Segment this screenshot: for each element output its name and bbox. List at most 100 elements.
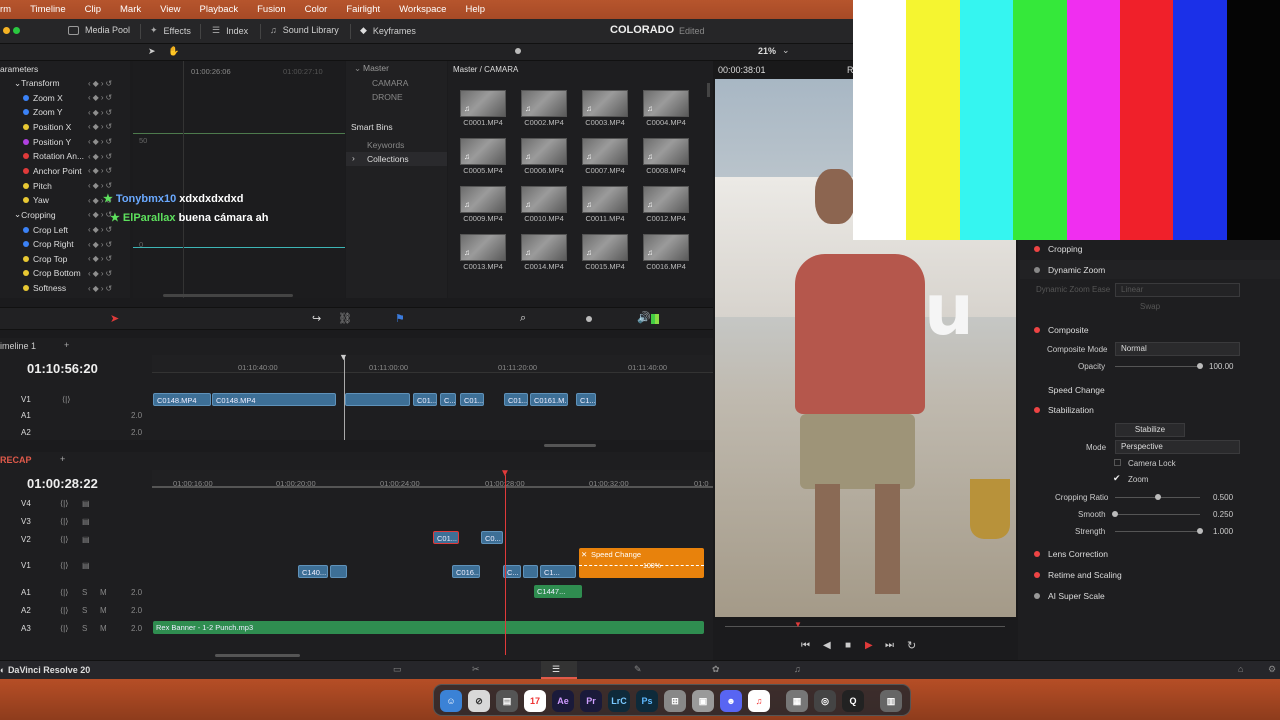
timeline-clip[interactable]: C0148.MP4: [212, 393, 336, 406]
track-lock-icon[interactable]: ⟨|⟩: [60, 624, 68, 633]
clip-thumbnail[interactable]: ♫: [460, 90, 506, 117]
menu-playback[interactable]: Playback: [200, 4, 239, 15]
snapping-icon[interactable]: ↪: [312, 312, 321, 325]
track-toggle-icon[interactable]: ▤: [82, 499, 90, 508]
keyframe-curve-editor[interactable]: 01:00:26:06 01:00:27:10 50 0: [133, 61, 345, 298]
skip-back-icon[interactable]: ⏮: [801, 640, 810, 651]
param-row[interactable]: Crop Right ‹◆›↺: [0, 237, 130, 251]
param-row[interactable]: Zoom X ‹◆›↺: [0, 91, 130, 105]
clip-thumbnail[interactable]: ♫: [460, 186, 506, 213]
volume-icon[interactable]: 🔊: [637, 311, 651, 324]
timeline-2-playhead[interactable]: [505, 475, 506, 655]
timeline-2-tab[interactable]: RECAP: [0, 455, 32, 465]
flag-icon[interactable]: ⚑: [395, 312, 405, 325]
effects-button[interactable]: ✦ Effects: [150, 25, 191, 36]
bin-drone[interactable]: DRONE: [372, 92, 403, 102]
speed-change-clip[interactable]: ✕ Speed Change 100%: [579, 548, 704, 578]
section-dynamic-zoom[interactable]: Dynamic Zoom: [1020, 260, 1280, 279]
finder-icon[interactable]: ☺: [440, 690, 462, 712]
discord-icon[interactable]: ☻: [720, 690, 742, 712]
trash-icon[interactable]: ▥: [880, 690, 902, 712]
after-effects-icon[interactable]: Ae: [552, 690, 574, 712]
sound-library-button[interactable]: ♫ Sound Library: [270, 25, 339, 35]
solo-button[interactable]: S: [82, 588, 87, 597]
timeline-clip[interactable]: C0...: [481, 531, 503, 544]
stop-icon[interactable]: ■: [845, 640, 851, 651]
clip-thumbnail[interactable]: ♫: [643, 186, 689, 213]
param-row[interactable]: Rotation An... ‹◆›↺: [0, 149, 130, 163]
hand-icon[interactable]: ✋: [168, 46, 179, 57]
enable-dot-icon[interactable]: [1034, 406, 1040, 413]
mute-button[interactable]: M: [100, 624, 107, 633]
index-button[interactable]: ☰ Index: [212, 25, 248, 36]
keyframe-controls-icon[interactable]: ‹◆›↺: [88, 93, 114, 102]
section-composite[interactable]: Composite: [1020, 320, 1280, 339]
keyframe-controls-icon[interactable]: ‹◆›↺: [88, 225, 114, 234]
davinci-resolve-icon[interactable]: ◎: [814, 690, 836, 712]
playhead-handle[interactable]: ▼: [500, 468, 510, 479]
keyframe-controls-icon[interactable]: ‹◆›↺: [88, 269, 114, 278]
keyframe-controls-icon[interactable]: ‹◆›↺: [88, 152, 114, 161]
timeline-clip[interactable]: C01...: [433, 531, 459, 544]
section-ai-super-scale[interactable]: AI Super Scale: [1020, 586, 1280, 605]
timeline-clip[interactable]: C1...: [540, 565, 576, 578]
timeline-clip[interactable]: C01...: [460, 393, 484, 406]
param-row[interactable]: ⌄ Transform ‹◆›↺: [0, 76, 130, 90]
chevron-down-icon[interactable]: ⌄: [354, 63, 361, 74]
cropping-ratio-knob[interactable]: [1154, 494, 1161, 500]
smooth-slider[interactable]: [1115, 514, 1200, 515]
bin-keywords[interactable]: Keywords: [367, 140, 404, 150]
section-cropping[interactable]: Cropping: [1020, 239, 1280, 258]
media-pool-scrollbar[interactable]: [707, 83, 710, 97]
quicktime-icon[interactable]: Q: [842, 690, 864, 712]
clip-thumbnail[interactable]: ♫: [521, 186, 567, 213]
track-lock-icon[interactable]: ⟨|⟩: [60, 535, 68, 544]
timeline-2-scrollbar[interactable]: [215, 654, 300, 657]
keyframe-controls-icon[interactable]: ‹◆›↺: [88, 254, 114, 263]
window-zoom-icon[interactable]: [13, 27, 20, 34]
fairlight-page-icon[interactable]: ♫: [794, 664, 801, 674]
chevron-down-icon[interactable]: ⌄: [782, 45, 790, 56]
track-lock-icon[interactable]: ⟨|⟩: [60, 561, 68, 570]
timeline-1-scrollbar[interactable]: [544, 444, 596, 447]
audio-clip-music[interactable]: Rex Banner - 1-2 Punch.mp3: [153, 621, 704, 634]
timeline-clip[interactable]: C...: [440, 393, 456, 406]
edit-page-tab[interactable]: ☰: [541, 661, 577, 679]
cut-page-icon[interactable]: ✂: [472, 664, 480, 675]
clip-thumbnail[interactable]: ♫: [643, 90, 689, 117]
smooth-value[interactable]: 0.250: [1213, 510, 1233, 519]
window-minimize-icon[interactable]: [3, 27, 10, 34]
strength-value[interactable]: 1.000: [1213, 527, 1233, 536]
timeline-1-playhead[interactable]: [344, 355, 345, 440]
keyframe-controls-icon[interactable]: ‹◆›↺: [88, 181, 114, 190]
track-toggle-icon[interactable]: ▤: [82, 535, 90, 544]
opacity-knob[interactable]: [1197, 363, 1203, 369]
app-icon[interactable]: ▦: [786, 690, 808, 712]
viewer-zoom[interactable]: 21%: [758, 46, 776, 56]
menu-fusion[interactable]: Fusion: [257, 4, 286, 15]
clip-thumbnail[interactable]: ♫: [521, 234, 567, 261]
keyframe-controls-icon[interactable]: ‹◆›↺: [88, 122, 114, 131]
menu-mark[interactable]: Mark: [120, 4, 141, 15]
app-icon[interactable]: ⊞: [664, 690, 686, 712]
clip-thumbnail[interactable]: ♫: [582, 186, 628, 213]
timeline-clip[interactable]: C01...: [504, 393, 528, 406]
add-timeline-icon[interactable]: +: [60, 454, 65, 464]
track-toggle-icon[interactable]: ▤: [82, 561, 90, 570]
add-timeline-icon[interactable]: +: [64, 340, 69, 350]
swap-button[interactable]: Swap: [1140, 302, 1160, 311]
opacity-value[interactable]: 100.00: [1209, 362, 1233, 371]
clip-thumbnail[interactable]: ♫: [582, 138, 628, 165]
timeline-clip[interactable]: C0148.MP4: [153, 393, 211, 406]
param-row[interactable]: Crop Bottom ‹◆›↺: [0, 266, 130, 280]
photoshop-icon[interactable]: Ps: [636, 690, 658, 712]
calendar-icon[interactable]: 17: [524, 690, 546, 712]
section-lens-correction[interactable]: Lens Correction: [1020, 544, 1280, 563]
timeline-clip[interactable]: C0161.M...: [530, 393, 568, 406]
keyframe-controls-icon[interactable]: ‹◆›↺: [88, 79, 114, 88]
keyframe-controls-icon[interactable]: ‹◆›↺: [88, 240, 114, 249]
lightroom-icon[interactable]: LrC: [608, 690, 630, 712]
loop-icon[interactable]: ↻: [907, 639, 916, 652]
param-row[interactable]: Zoom Y ‹◆›↺: [0, 105, 130, 119]
param-row[interactable]: Position X ‹◆›↺: [0, 120, 130, 134]
